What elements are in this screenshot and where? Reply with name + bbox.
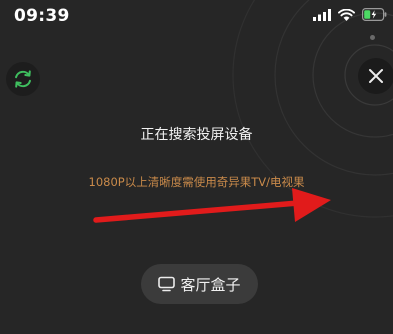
wifi-icon	[338, 8, 355, 21]
cast-search-screen: 09:39 正在搜索投屏设备 1080P以上清晰度需使用奇异果TV/电视果 客厅…	[0, 0, 393, 334]
battery-charging-icon	[362, 8, 387, 21]
device-living-room-box[interactable]: 客厅盒子	[141, 264, 258, 304]
tv-monitor-icon	[158, 276, 176, 292]
cellular-signal-icon	[313, 8, 331, 21]
refresh-icon	[15, 70, 31, 88]
resolution-hint-text: 1080P以上清晰度需使用奇异果TV/电视果	[88, 175, 305, 189]
indicator-dot	[370, 35, 375, 40]
searching-status-text: 正在搜索投屏设备	[140, 127, 253, 143]
close-icon	[369, 69, 383, 83]
status-icons	[313, 8, 387, 21]
device-label: 客厅盒子	[180, 275, 241, 294]
refresh-button[interactable]	[6, 62, 40, 96]
close-button[interactable]	[358, 58, 393, 94]
status-time: 09:39	[14, 6, 70, 26]
